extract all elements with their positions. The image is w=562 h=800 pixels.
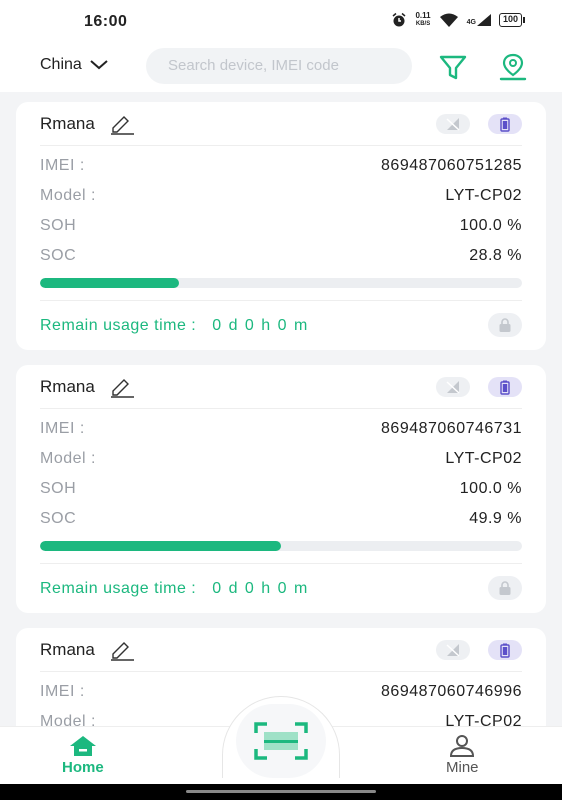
remain-usage-row: Remain usage time :0 d 0 h 0 m — [40, 563, 522, 613]
soh-row: SOH 100.0 % — [40, 217, 522, 234]
model-row: Model : LYT-CP02 — [40, 187, 522, 204]
soc-progress-fill — [40, 278, 179, 288]
edit-icon[interactable] — [109, 113, 135, 135]
soh-row: SOH 100.0 % — [40, 480, 522, 497]
chevron-down-icon — [90, 60, 108, 70]
scan-icon — [254, 721, 308, 760]
net-speed: 0.11 KB/S — [415, 11, 431, 28]
remain-value: 0 d 0 h 0 m — [212, 579, 309, 597]
soc-progress-fill — [40, 541, 281, 551]
lock-button[interactable] — [488, 313, 522, 337]
signal-indicator: 4G — [467, 14, 491, 26]
edit-icon[interactable] — [109, 376, 135, 398]
cell-signal-icon — [476, 14, 491, 26]
battery-badge — [488, 114, 522, 134]
soc-row: SOC 28.8 % — [40, 247, 522, 264]
signal-off-icon — [446, 381, 460, 394]
battery-icon — [500, 380, 510, 395]
soh-value: 100.0 % — [459, 480, 522, 497]
home-indicator[interactable] — [186, 790, 376, 793]
signal-off-badge — [436, 377, 470, 397]
device-card[interactable]: Rmana IMEI :869487060751285 Model : LYT-C… — [16, 102, 546, 350]
home-icon — [69, 736, 96, 756]
signal-off-icon — [446, 118, 460, 131]
status-bar: 16:00 0.11 KB/S 4G 100 — [0, 0, 562, 44]
signal-off-badge — [436, 114, 470, 134]
device-list[interactable]: Rmana IMEI :869487060751285 Model : LYT-C… — [0, 92, 562, 726]
device-name: Rmana — [40, 376, 95, 396]
tab-home[interactable]: Home — [62, 735, 104, 776]
model-value: LYT-CP02 — [445, 713, 522, 726]
lock-icon — [499, 318, 511, 332]
edit-icon[interactable] — [109, 639, 135, 661]
soh-value: 100.0 % — [459, 217, 522, 234]
tab-mine[interactable]: Mine — [446, 735, 479, 776]
device-name: Rmana — [40, 113, 95, 133]
device-name: Rmana — [40, 639, 95, 659]
header: China Search device, IMEI code — [0, 44, 562, 92]
battery-indicator: 100 — [498, 13, 526, 27]
remain-usage-row: Remain usage time :0 d 0 h 0 m — [40, 300, 522, 350]
search-input[interactable]: Search device, IMEI code — [146, 48, 412, 84]
model-value: LYT-CP02 — [445, 187, 522, 204]
imei-value: 869487060746731 — [381, 420, 522, 437]
user-icon — [450, 735, 475, 757]
signal-off-icon — [446, 644, 460, 657]
battery-badge — [488, 640, 522, 660]
soc-progress-bar — [40, 541, 522, 551]
region-selector[interactable]: China — [40, 56, 108, 74]
imei-row: IMEI :869487060746731 — [40, 420, 522, 437]
lock-button[interactable] — [488, 576, 522, 600]
model-row: Model : LYT-CP02 — [40, 450, 522, 467]
location-icon[interactable] — [498, 52, 528, 82]
battery-badge — [488, 377, 522, 397]
filter-icon[interactable] — [438, 52, 468, 82]
imei-value: 869487060751285 — [381, 157, 522, 174]
wifi-icon — [439, 13, 458, 27]
tab-mine-label: Mine — [446, 759, 479, 776]
lock-icon — [499, 581, 511, 595]
soc-row: SOC 49.9 % — [40, 510, 522, 527]
soc-value: 28.8 % — [469, 247, 522, 264]
battery-icon — [500, 117, 510, 132]
tab-home-label: Home — [62, 759, 104, 776]
imei-value: 869487060746996 — [381, 683, 522, 700]
signal-off-badge — [436, 640, 470, 660]
battery-icon — [500, 643, 510, 658]
model-value: LYT-CP02 — [445, 450, 522, 467]
region-label: China — [40, 56, 82, 73]
imei-row: IMEI :869487060751285 — [40, 157, 522, 174]
status-time: 16:00 — [84, 13, 128, 30]
status-icons: 0.11 KB/S 4G 100 — [391, 11, 526, 28]
alarm-icon — [393, 12, 406, 27]
system-nav-bar — [0, 784, 562, 800]
soc-value: 49.9 % — [469, 510, 522, 527]
soc-progress-bar — [40, 278, 522, 288]
remain-value: 0 d 0 h 0 m — [212, 316, 309, 334]
device-card[interactable]: Rmana IMEI :869487060746731 Model : LYT-C… — [16, 365, 546, 613]
